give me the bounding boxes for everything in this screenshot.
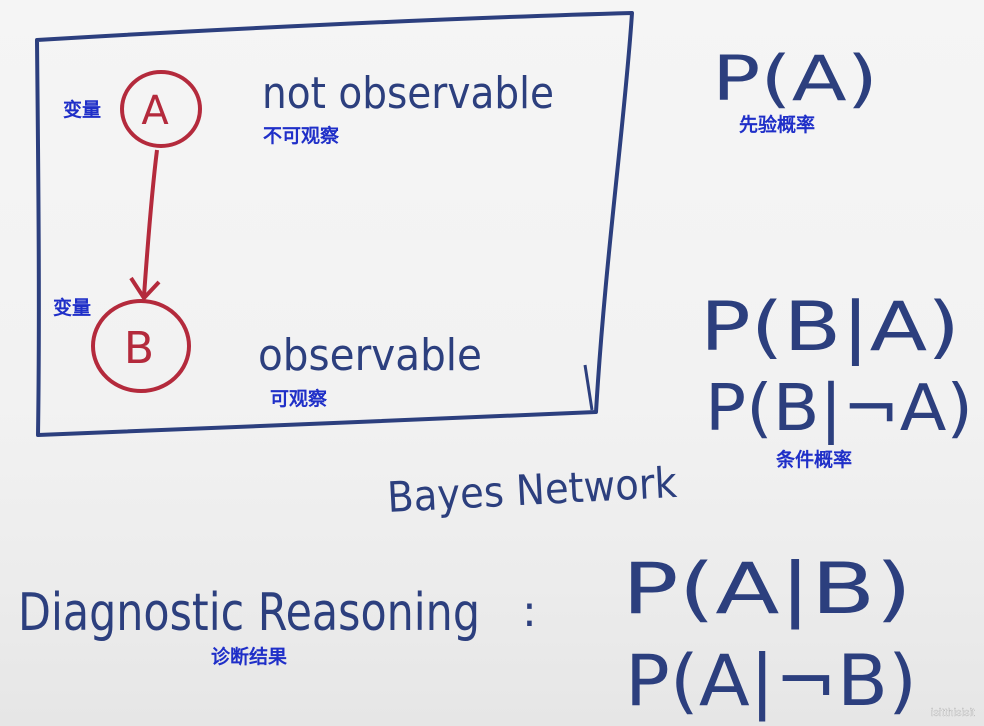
not-observable-cn: 不可观察: [263, 124, 340, 147]
observable-text: observable: [258, 330, 482, 381]
edge-a-to-b: [142, 149, 159, 297]
diagnostic-cn: 诊断结果: [211, 645, 287, 668]
formula-diag-2: P(A|¬B): [625, 640, 917, 722]
observable-cn: 可观察: [270, 387, 328, 410]
frame-box-corner-mark: [583, 364, 594, 411]
watermark-text: isitthisisit: [931, 707, 975, 719]
formula-cond-2: P(B|¬A): [705, 372, 973, 446]
diagnostic-colon: :: [522, 586, 537, 637]
whiteboard-canvas: A B 变量 变量 not observable 不可观察 observable…: [18, 11, 975, 722]
node-b-cn-label: 变量: [53, 296, 91, 319]
formula-diag-1: P(A|B): [622, 548, 912, 630]
not-observable-text: not observable: [262, 68, 554, 119]
diagnostic-reasoning-text: Diagnostic Reasoning: [18, 583, 480, 643]
formula-prior-cn: 先验概率: [739, 113, 815, 136]
formula-cond-cn: 条件概率: [776, 448, 852, 471]
node-b-letter: B: [124, 323, 154, 374]
formula-cond-1: P(B|A): [700, 288, 960, 367]
node-a-letter: A: [141, 88, 169, 134]
node-a-cn-label: 变量: [63, 98, 101, 121]
bayes-network-text: Bayes Network: [386, 458, 679, 522]
formula-prior: P(A): [712, 42, 878, 115]
